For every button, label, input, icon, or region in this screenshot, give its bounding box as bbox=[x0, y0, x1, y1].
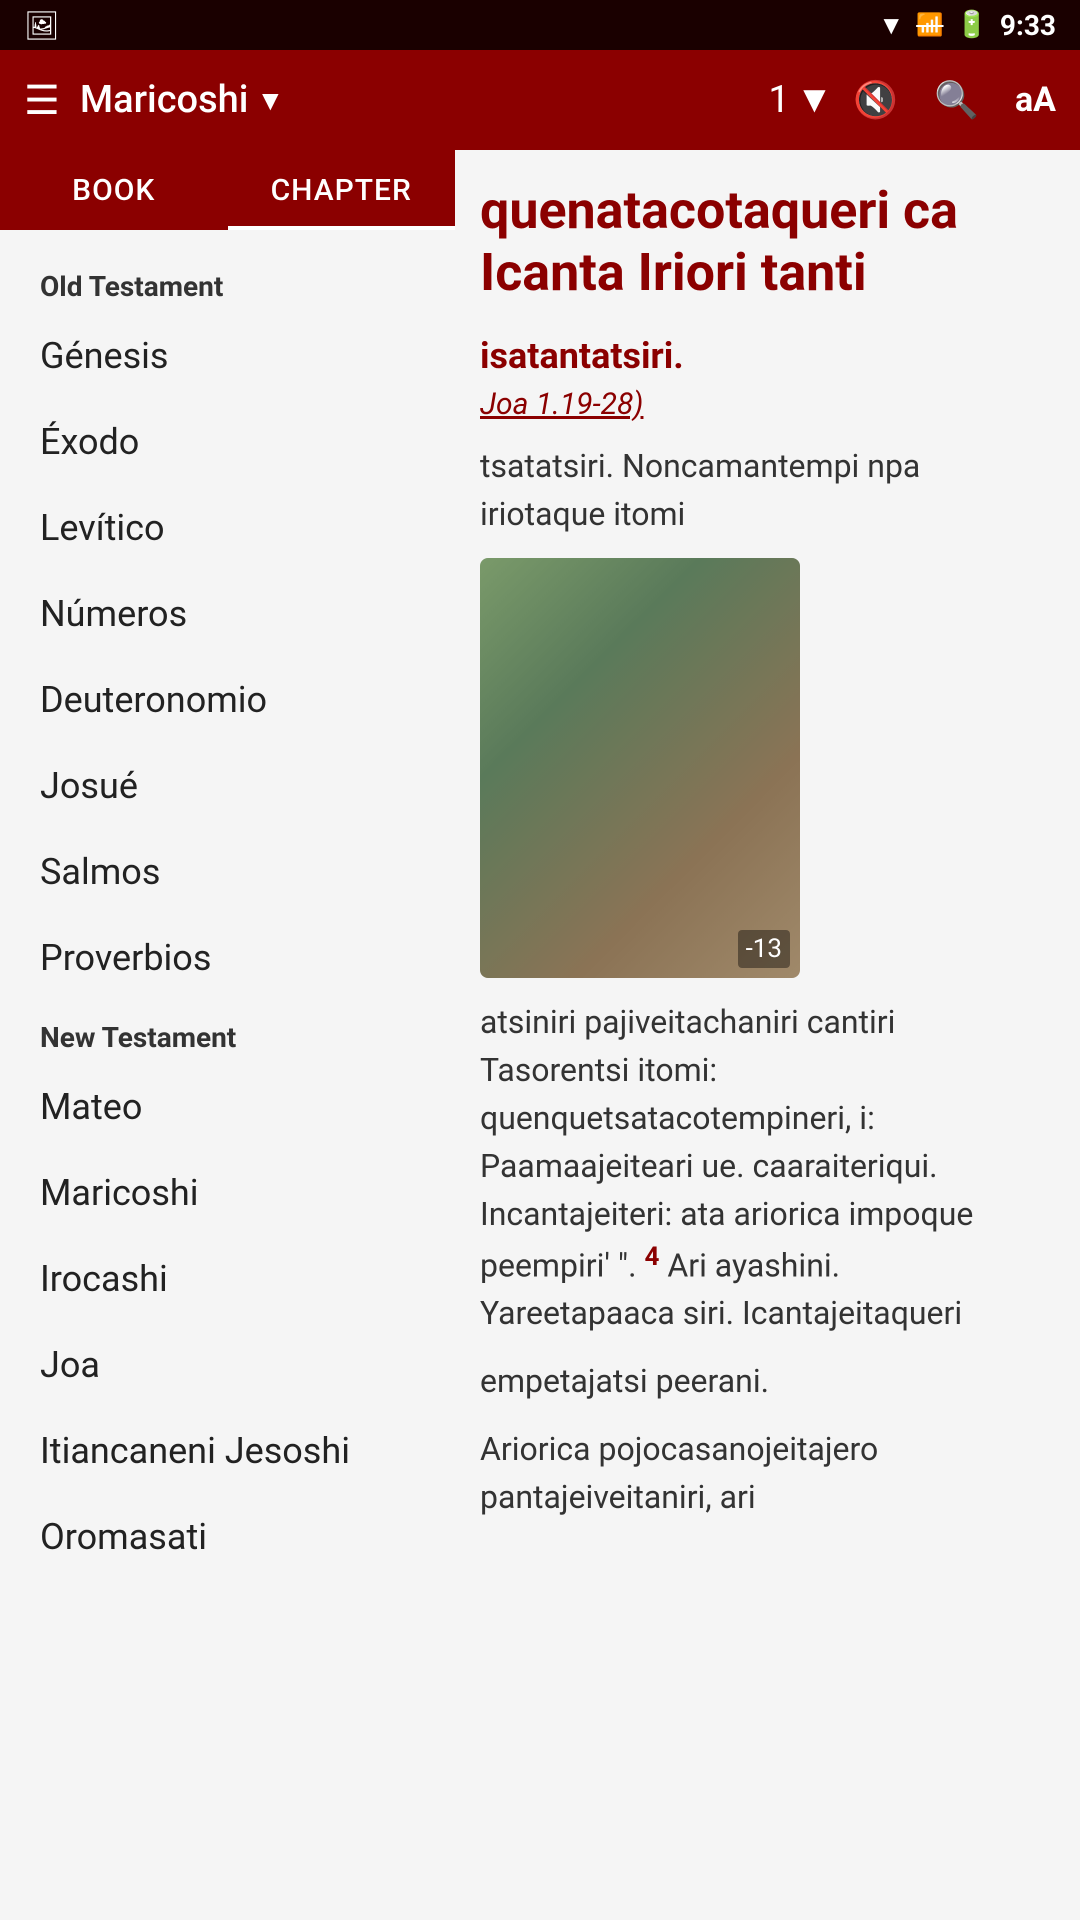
book-item-levitico[interactable]: Levítico bbox=[0, 485, 455, 571]
book-item-joa[interactable]: Joa bbox=[0, 1322, 455, 1408]
wifi-icon: ▼ bbox=[878, 10, 904, 41]
image-caption: -13 bbox=[738, 930, 790, 968]
book-item-josue[interactable]: Josué bbox=[0, 743, 455, 829]
book-item-deuteronomio[interactable]: Deuteronomio bbox=[0, 657, 455, 743]
search-icon[interactable]: 🔍 bbox=[934, 79, 979, 121]
book-item-genesis[interactable]: Génesis bbox=[0, 313, 455, 399]
book-item-oromasati[interactable]: Oromasati bbox=[0, 1494, 455, 1580]
content-text-final: empetajatsi peerani. bbox=[480, 1357, 1040, 1405]
sidebar: Old Testament Génesis Éxodo Levítico Núm… bbox=[0, 230, 455, 1920]
toolbar-right-icons: 🔇 🔍 aA bbox=[853, 79, 1056, 121]
menu-icon[interactable]: ☰ bbox=[24, 77, 60, 124]
status-bar-left: 🖼 bbox=[24, 9, 60, 42]
tab-chapter-label: CHAPTER bbox=[271, 173, 412, 208]
book-item-mateo[interactable]: Mateo bbox=[0, 1064, 455, 1150]
book-item-irocashi[interactable]: Irocashi bbox=[0, 1236, 455, 1322]
status-bar-right: ▼ 📶 🔋 9:33 bbox=[878, 9, 1056, 42]
title-dropdown-arrow: ▼ bbox=[256, 84, 284, 117]
chapter-number: 1 bbox=[768, 78, 789, 122]
tab-chapter[interactable]: CHAPTER bbox=[228, 150, 456, 230]
battery-icon: 🔋 bbox=[956, 10, 988, 40]
content-subtitle: isatantatsiri. bbox=[480, 335, 1040, 377]
font-size-icon[interactable]: aA bbox=[1015, 80, 1056, 120]
content-reference: Joa 1.19-28) bbox=[480, 387, 1040, 422]
status-time: 9:33 bbox=[1000, 9, 1056, 42]
old-testament-header: Old Testament bbox=[0, 250, 455, 313]
app-icon: 🖼 bbox=[24, 9, 60, 42]
tab-book[interactable]: BOOK bbox=[0, 150, 228, 230]
text-after-content: atsiniri pajiveitachaniri cantiri Tasore… bbox=[480, 1003, 973, 1285]
chapter-selector[interactable]: 1 ▼ bbox=[768, 78, 833, 122]
book-title: Maricoshi bbox=[80, 78, 249, 122]
content-title: quenatacotaqueri ca Icanta Iriori tanti bbox=[480, 180, 1040, 305]
chapter-dropdown-arrow: ▼ bbox=[796, 78, 834, 122]
tab-book-label: BOOK bbox=[72, 173, 155, 208]
reference-text: Joa 1.19-28) bbox=[480, 387, 643, 422]
content-text-bottom: Ariorica pojocasanojeitajero pantajeivei… bbox=[480, 1425, 1040, 1521]
book-item-proverbios[interactable]: Proverbios bbox=[0, 915, 455, 1001]
book-item-numeros[interactable]: Números bbox=[0, 571, 455, 657]
app-toolbar: ☰ Maricoshi ▼ 1 ▼ 🔇 🔍 aA bbox=[0, 50, 1080, 150]
book-item-exodo[interactable]: Éxodo bbox=[0, 399, 455, 485]
content-text-after: atsiniri pajiveitachaniri cantiri Tasore… bbox=[480, 998, 1040, 1338]
content-image: -13 bbox=[480, 558, 800, 978]
status-bar: 🖼 ▼ 📶 🔋 9:33 bbox=[0, 0, 1080, 50]
book-item-maricoshi[interactable]: Maricoshi bbox=[0, 1150, 455, 1236]
tab-bar: BOOK CHAPTER bbox=[0, 150, 455, 230]
signal-icon: 📶 bbox=[916, 13, 943, 38]
mute-icon[interactable]: 🔇 bbox=[853, 79, 898, 121]
book-item-salmos[interactable]: Salmos bbox=[0, 829, 455, 915]
toolbar-title-area[interactable]: Maricoshi ▼ bbox=[80, 78, 748, 122]
verse-number: 4 bbox=[645, 1242, 660, 1272]
content-text-before: tsatatsiri. Noncamantempi npa iriotaque … bbox=[480, 442, 1040, 538]
new-testament-header: New Testament bbox=[0, 1001, 455, 1064]
book-item-itiancaneni[interactable]: Itiancaneni Jesoshi bbox=[0, 1408, 455, 1494]
